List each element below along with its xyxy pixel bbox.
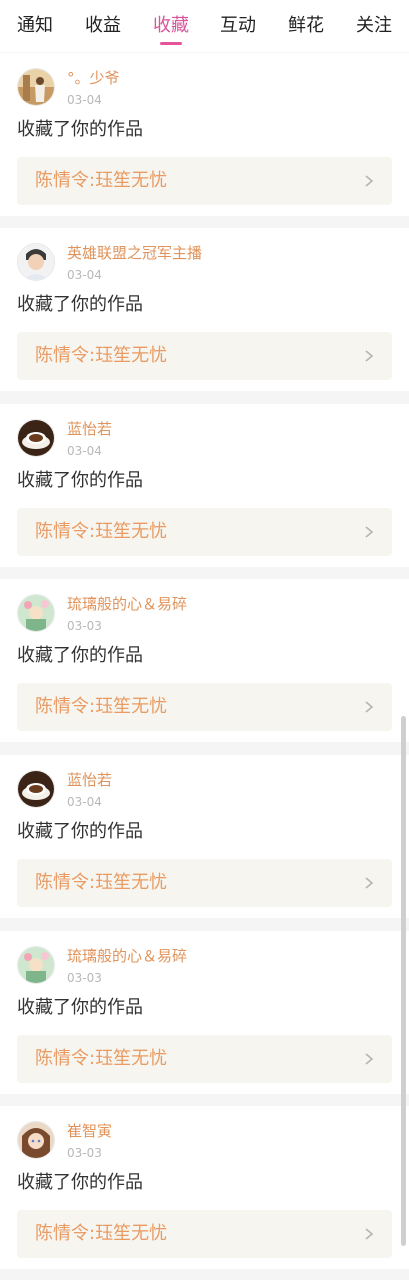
timestamp: 03-03 [67,1146,102,1160]
tab-favorites[interactable]: 收藏 [146,14,196,38]
username[interactable]: 英雄联盟之冠军主播 [67,243,202,263]
work-title: 陈情令:珏笙无忧 [35,170,168,191]
work-title: 陈情令:珏笙无忧 [35,696,168,717]
work-link[interactable]: 陈情令:珏笙无忧 [17,157,392,205]
flower-cartoon-avatar-icon[interactable] [17,594,55,632]
chevron-right-icon [365,701,374,713]
tab-interactions[interactable]: 互动 [213,14,263,38]
action-text: 收藏了你的作品 [17,1172,143,1193]
feed-item: 英雄联盟之冠军主播 03-04 收藏了你的作品 陈情令:珏笙无忧 [0,228,409,391]
work-link[interactable]: 陈情令:珏笙无忧 [17,859,392,907]
username[interactable]: 崔智寅 [67,1121,112,1141]
username[interactable]: 琉璃般的心＆易碎 [67,594,187,614]
action-text: 收藏了你的作品 [17,119,143,140]
work-title: 陈情令:珏笙无忧 [35,1223,168,1244]
tab-follows[interactable]: 关注 [349,14,399,38]
username[interactable]: 琉璃般的心＆易碎 [67,946,187,966]
chevron-right-icon [365,1228,374,1240]
chevron-right-icon [365,526,374,538]
tab-bar: 通知 收益 收藏 互动 鲜花 关注 [0,0,409,52]
work-link[interactable]: 陈情令:珏笙无忧 [17,1035,392,1083]
feed-item: 蓝怡若 03-04 收藏了你的作品 陈情令:珏笙无忧 [0,755,409,918]
timestamp: 03-03 [67,619,102,633]
boy-portrait-avatar-icon[interactable] [17,243,55,281]
tab-earnings[interactable]: 收益 [78,14,128,38]
feed-item: 蓝怡若 03-04 收藏了你的作品 陈情令:珏笙无忧 [0,404,409,567]
timestamp: 03-03 [67,971,102,985]
action-text: 收藏了你的作品 [17,645,143,666]
coffee-cup-avatar-icon[interactable] [17,419,55,457]
active-tab-indicator [160,42,182,45]
username[interactable]: °。少爷 [67,68,120,88]
anime-girl-avatar-icon[interactable] [17,1121,55,1159]
work-title: 陈情令:珏笙无忧 [35,1048,168,1069]
timestamp: 03-04 [67,93,102,107]
work-title: 陈情令:珏笙无忧 [35,345,168,366]
feed-item: 琉璃般的心＆易碎 03-03 收藏了你的作品 陈情令:珏笙无忧 [0,931,409,1094]
chevron-right-icon [365,350,374,362]
work-link[interactable]: 陈情令:珏笙无忧 [17,1210,392,1258]
chevron-right-icon [365,1053,374,1065]
coffee-cup-avatar-icon[interactable] [17,770,55,808]
action-text: 收藏了你的作品 [17,821,143,842]
feed-item: 崔智寅 03-03 收藏了你的作品 陈情令:珏笙无忧 [0,1106,409,1269]
feed-item: 琉璃般的心＆易碎 03-03 收藏了你的作品 陈情令:珏笙无忧 [0,579,409,742]
work-title: 陈情令:珏笙无忧 [35,521,168,542]
work-link[interactable]: 陈情令:珏笙无忧 [17,683,392,731]
action-text: 收藏了你的作品 [17,997,143,1018]
work-link[interactable]: 陈情令:珏笙无忧 [17,508,392,556]
tab-flowers[interactable]: 鲜花 [281,14,331,38]
username[interactable]: 蓝怡若 [67,770,112,790]
action-text: 收藏了你的作品 [17,294,143,315]
work-link[interactable]: 陈情令:珏笙无忧 [17,332,392,380]
chevron-right-icon [365,877,374,889]
chevron-right-icon [365,175,374,187]
action-text: 收藏了你的作品 [17,470,143,491]
timestamp: 03-04 [67,444,102,458]
username[interactable]: 蓝怡若 [67,419,112,439]
timestamp: 03-04 [67,795,102,809]
tab-notifications[interactable]: 通知 [10,14,60,38]
girl-sunset-avatar-icon[interactable] [17,68,55,106]
work-title: 陈情令:珏笙无忧 [35,872,168,893]
flower-cartoon-avatar-icon[interactable] [17,946,55,984]
timestamp: 03-04 [67,268,102,282]
scrollbar[interactable] [401,716,406,1246]
feed-item: °。少爷 03-04 收藏了你的作品 陈情令:珏笙无忧 [0,53,409,216]
